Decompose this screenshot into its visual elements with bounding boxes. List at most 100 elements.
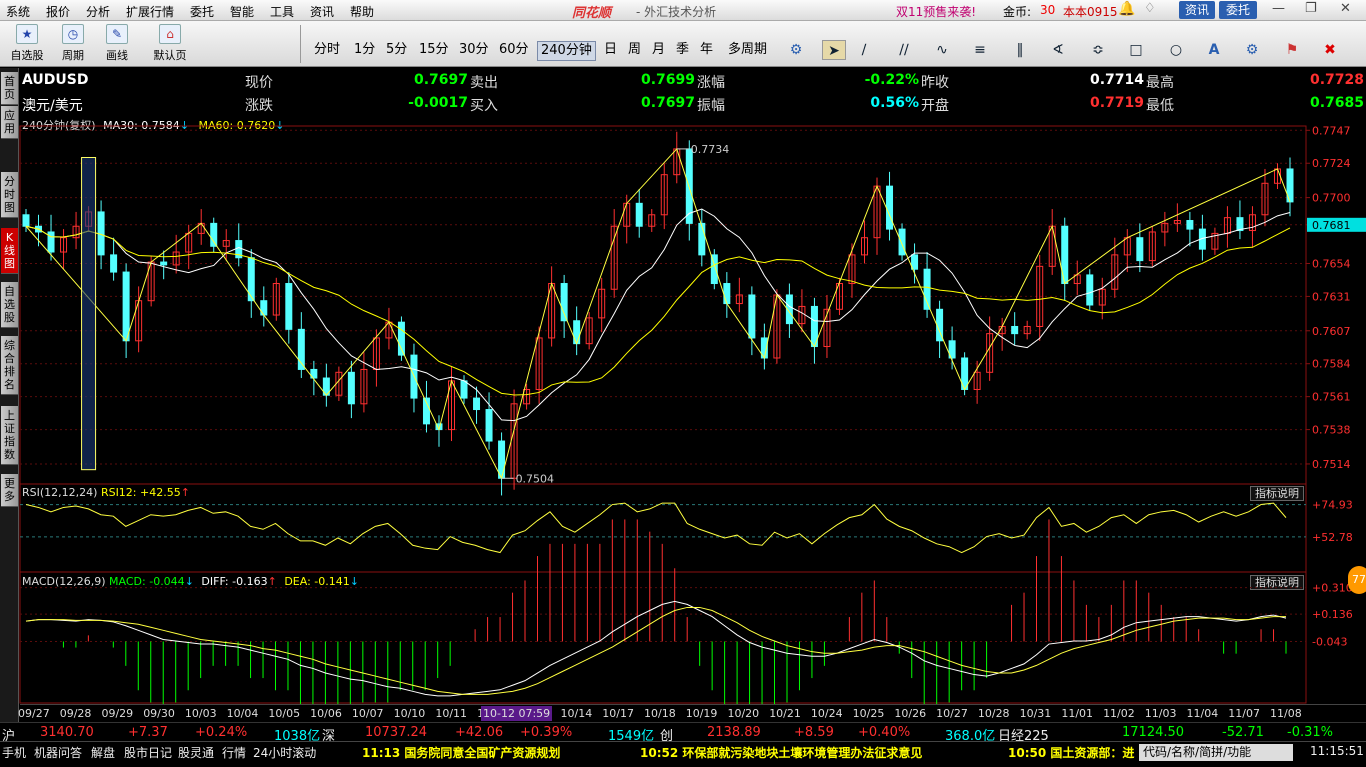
index-bar-item: +8.59 <box>794 725 834 740</box>
price-tick-label: 0.7538 <box>1312 424 1351 437</box>
date-axis-label: 11/03 <box>1144 707 1177 720</box>
date-axis-label: 10/26 <box>894 707 927 720</box>
index-bar-item: 3140.70 <box>40 725 94 740</box>
candle-down <box>122 271 130 342</box>
candle-down <box>210 222 218 247</box>
candle-down <box>635 202 643 227</box>
date-axis-label: 09/28 <box>59 707 92 720</box>
date-axis-label: 10/18 <box>644 707 676 720</box>
price-tick-label: 0.7561 <box>1312 391 1351 404</box>
date-axis-label: 10/25 <box>852 707 885 720</box>
candle-down <box>698 222 706 256</box>
date-axis-label: 10/11 <box>435 707 468 720</box>
status-tab-qa[interactable]: 机器问答 <box>34 744 82 761</box>
price-tick-label: 0.7700 <box>1312 192 1351 205</box>
index-bar-item: +0.39% <box>520 725 573 740</box>
candle-down <box>898 228 906 256</box>
price-tick-label: 0.7607 <box>1312 325 1351 338</box>
price-tick-label: 0.7514 <box>1312 458 1351 471</box>
price-tick-label: 0.7654 <box>1312 257 1351 270</box>
float-badge[interactable]: 77 <box>1348 566 1366 594</box>
date-axis-label: 10/04 <box>226 707 259 720</box>
rsi-tick-label: +74.93 <box>1312 499 1353 512</box>
date-axis-label: 10/31 <box>1019 707 1052 720</box>
date-axis-label: 10/27 <box>936 707 968 720</box>
ma60-line <box>25 225 1291 396</box>
index-bar: 沪 3140.70 +7.37 +0.24% 1038亿深 10737.24 +42.06 +… <box>0 722 1366 744</box>
date-axis-label: 09/30 <box>143 707 175 720</box>
status-tab-mobile[interactable]: 手机 <box>2 744 26 761</box>
date-axis-label: 11/01 <box>1061 707 1094 720</box>
date-axis-label: 10/24 <box>810 707 843 720</box>
index-bar-item: +0.24% <box>195 725 248 740</box>
price-tick-label: 0.7747 <box>1312 124 1351 137</box>
price-tick-label: 0.7631 <box>1312 290 1351 303</box>
index-bar-item: -0.31% <box>1287 725 1333 740</box>
crosshair-date-label: 10-12 07:59 <box>481 706 553 721</box>
clock-time: 11:15:51 <box>1310 744 1364 758</box>
status-tab-analysis[interactable]: 解盘 <box>91 744 115 761</box>
main-panel-frame <box>19 125 1307 485</box>
macd-tick-label: +0.310 <box>1312 582 1353 595</box>
index-bar-item: -52.71 <box>1222 725 1264 740</box>
index-bar-item: +42.06 <box>455 725 504 740</box>
status-tab-diary[interactable]: 股市日记 <box>124 744 172 761</box>
status-bar: 手机 机器问答 解盘 股市日记 股灵通 行情 24小时滚动 11:13 国务院同… <box>0 741 1366 767</box>
date-axis-label: 10/07 <box>351 707 384 720</box>
status-tab-market[interactable]: 行情 <box>222 744 246 761</box>
date-axis-label: 10/21 <box>769 707 801 720</box>
rsi-line <box>25 502 1287 554</box>
candle-down <box>573 320 581 345</box>
date-axis-label: 10/10 <box>393 707 426 720</box>
price-tick-label: 0.7724 <box>1312 157 1351 170</box>
candle-down <box>22 214 30 227</box>
date-axis-label: 09/27 <box>18 707 50 720</box>
code-search-input[interactable]: 代码/名称/简拼/功能 <box>1139 744 1293 761</box>
news-ticker-item[interactable]: 10:52 环保部就污染地块土壤环境管理办法征求意见 <box>640 744 922 761</box>
candle-down <box>723 283 731 305</box>
macd-tick-label: -0.043 <box>1312 635 1347 648</box>
candle-down <box>886 185 894 230</box>
status-tab-lingtong[interactable]: 股灵通 <box>178 744 214 761</box>
highlighted-bar <box>81 157 97 471</box>
date-axis-label: 11/04 <box>1186 707 1219 720</box>
index-bar-item: 17124.50 <box>1122 725 1185 740</box>
news-ticker-item[interactable]: 11:13 国务院同意全国矿产资源规划 <box>362 744 560 761</box>
date-axis-label: 10/06 <box>310 707 342 720</box>
rsi-tick-label: +52.78 <box>1312 531 1353 544</box>
candle-down <box>498 440 506 479</box>
index-bar-item: +0.40% <box>858 725 911 740</box>
date-axis-label: 10/28 <box>977 707 1010 720</box>
date-axis-label: 11/02 <box>1103 707 1135 720</box>
index-bar-item: +7.37 <box>128 725 168 740</box>
candle-down <box>911 254 919 270</box>
candle-down <box>1011 325 1019 335</box>
candle-down <box>160 261 168 266</box>
index-bar-item: 2138.89 <box>707 725 761 740</box>
annotation-label: 0.7734 <box>691 143 730 156</box>
dea-line <box>25 606 1286 695</box>
annotation-label: 0.7504 <box>516 472 555 485</box>
news-ticker-item[interactable]: 10:50 国土资源部：进 <box>1008 744 1134 761</box>
date-axis-label: 11/07 <box>1228 707 1260 720</box>
current-price-label: 0.7681 <box>1312 219 1351 232</box>
date-axis-label: 10/05 <box>268 707 301 720</box>
candle-down <box>473 397 481 411</box>
candle-down <box>1186 220 1194 230</box>
kline-chart[interactable]: 0.7747 0.7724 0.7700 0.7681 0.7654 0.7631 0.76… <box>0 0 1366 767</box>
macd-panel-frame <box>19 571 1307 704</box>
rsi-panel-frame <box>19 483 1307 573</box>
price-tick-label: 0.7584 <box>1312 358 1351 371</box>
date-axis: 09/27 09/28 09/29 09/30 10/03 10/04 10/05 10/06… <box>18 704 1366 722</box>
date-axis-label: 10/14 <box>560 707 593 720</box>
status-tab-24h[interactable]: 24小时滚动 <box>253 744 316 761</box>
candle-down <box>347 371 355 405</box>
candle-down <box>560 283 568 322</box>
candle-down <box>1086 274 1094 306</box>
macd-tick-label: +0.136 <box>1312 608 1353 621</box>
date-axis-label: 10/20 <box>727 707 760 720</box>
candle-down <box>260 300 268 316</box>
diff-line <box>25 600 1287 697</box>
candle-down <box>285 283 293 330</box>
zigzag-line <box>25 147 1291 480</box>
